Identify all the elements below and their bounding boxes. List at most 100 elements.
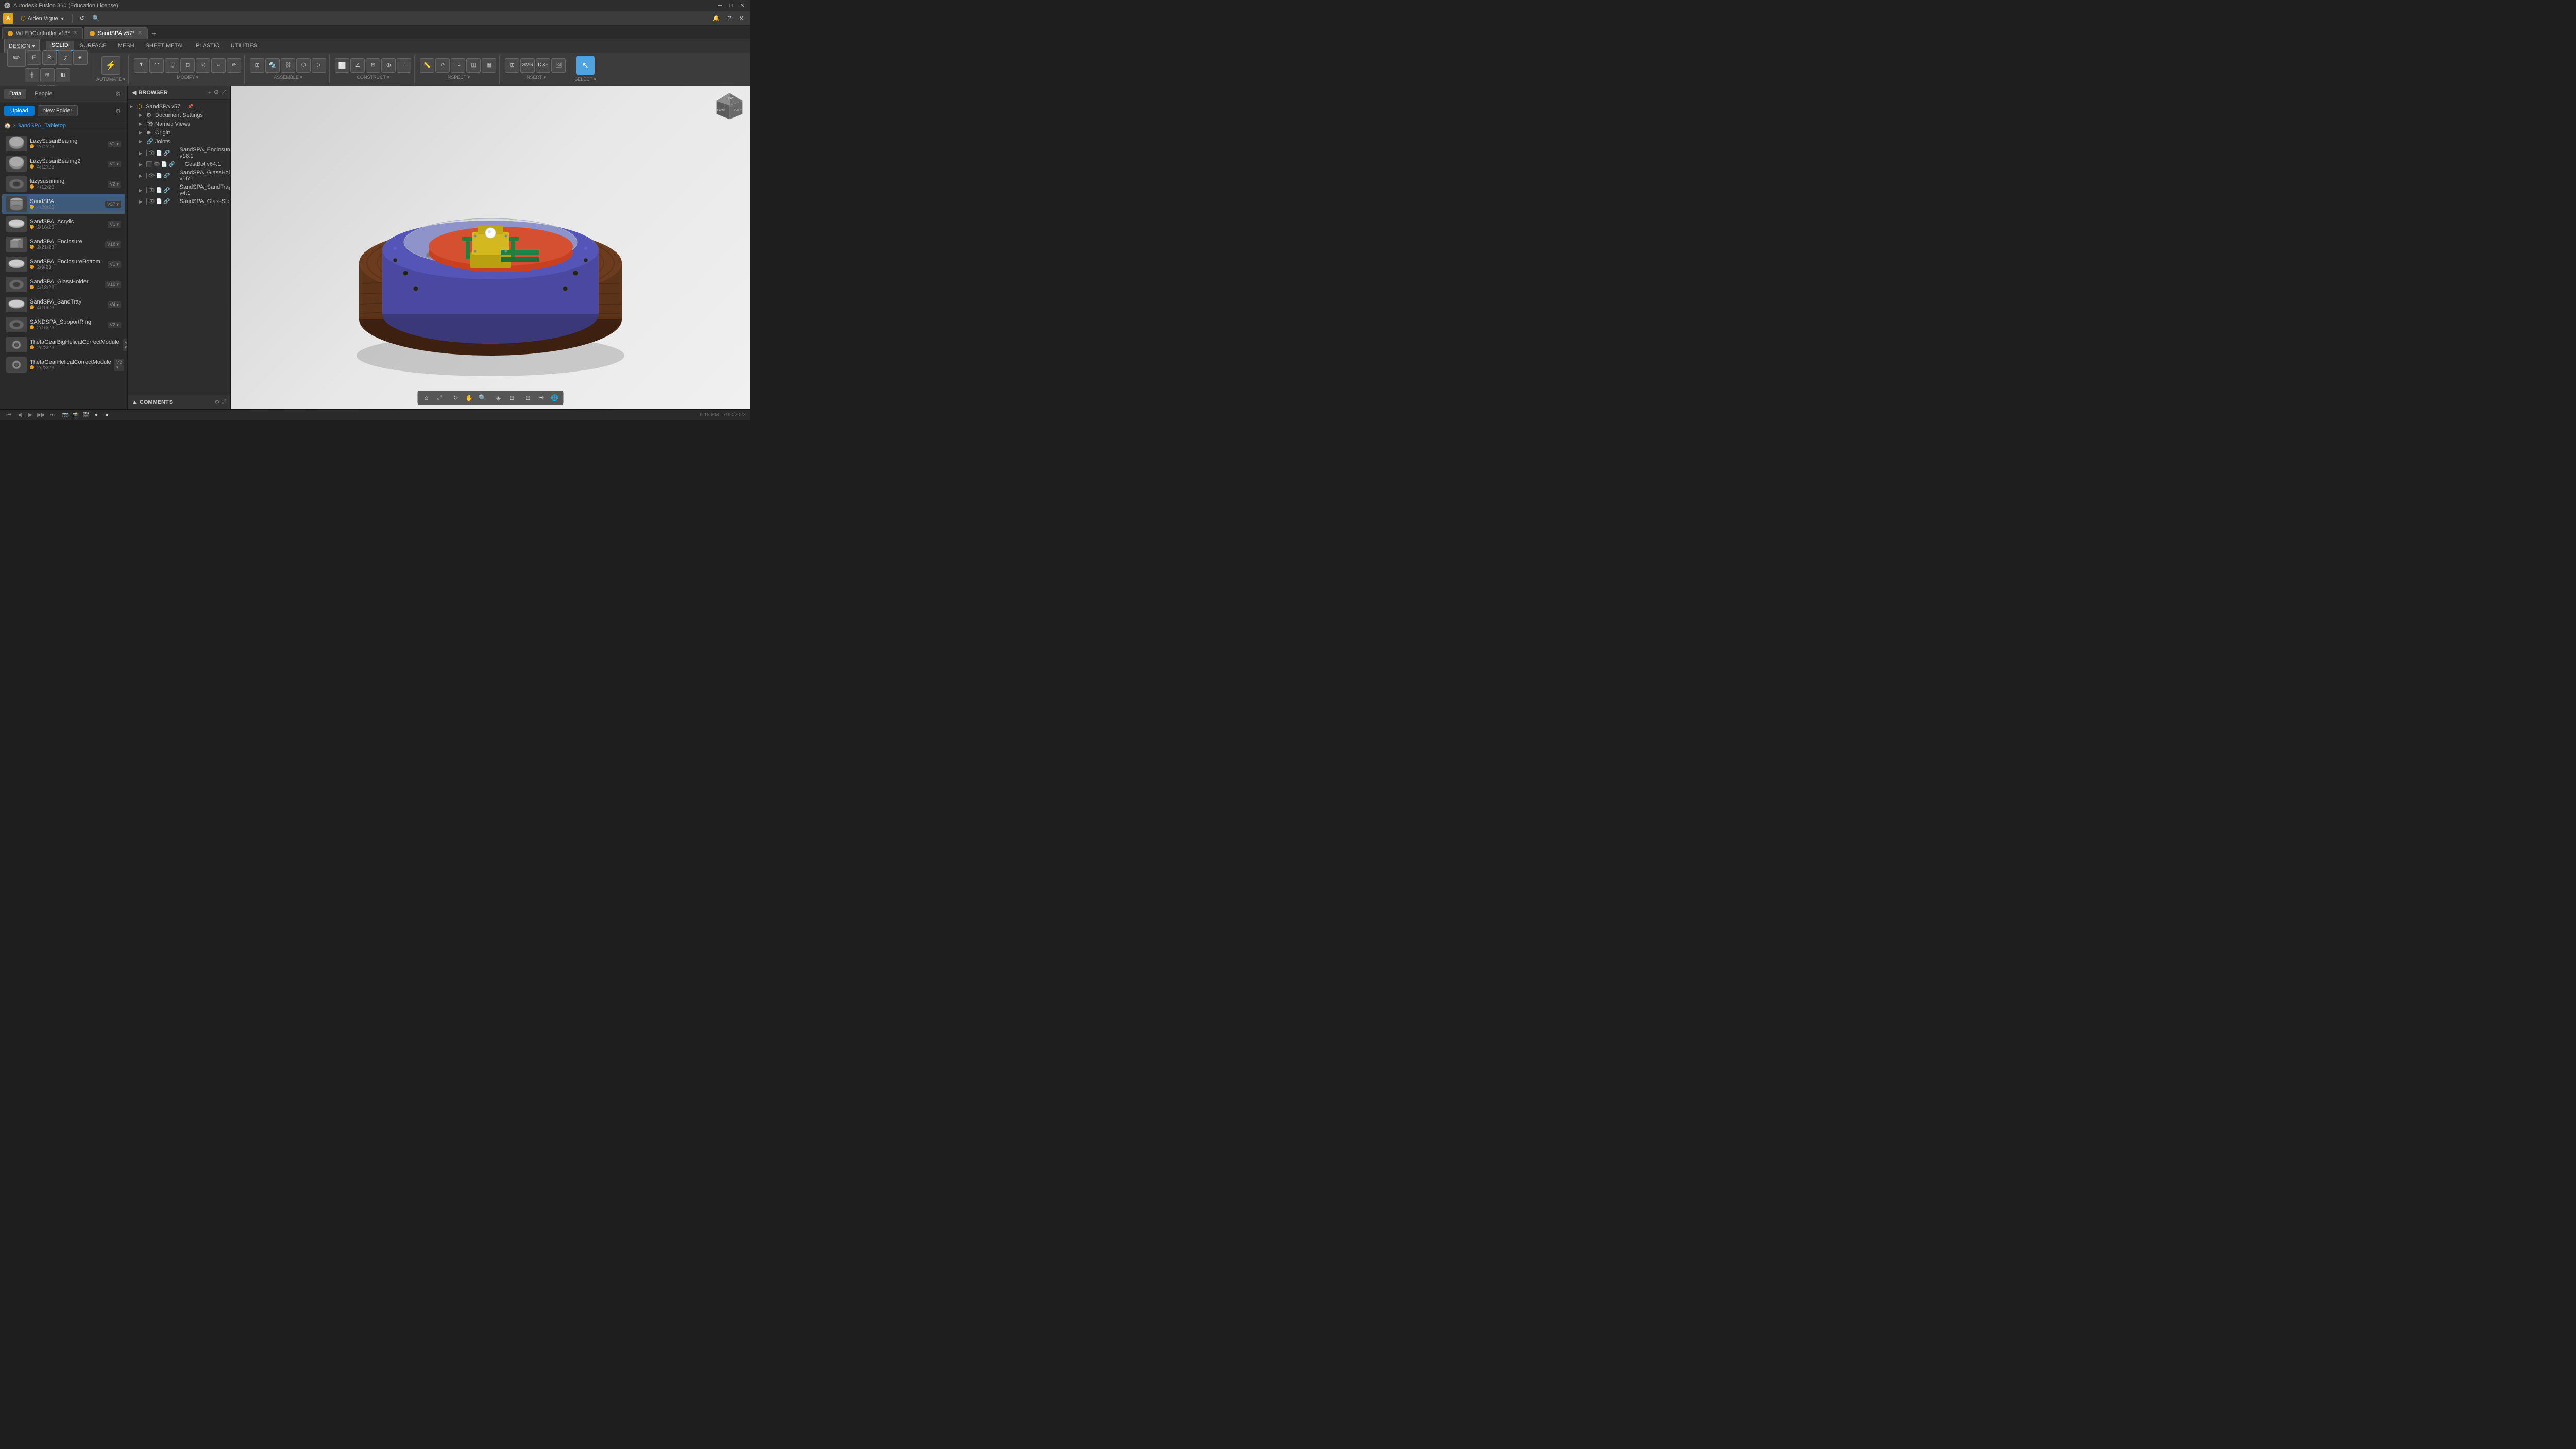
vp-env-btn[interactable]: 🌐	[549, 392, 561, 403]
breadcrumb-folder[interactable]: SandSPA_Tabletop	[17, 123, 66, 129]
tree-eye-icon[interactable]: 👁	[154, 162, 160, 167]
revolve-btn[interactable]: R	[42, 50, 57, 65]
chamfer-btn[interactable]: ◿	[165, 58, 179, 73]
tab-close-sandspa[interactable]: ✕	[138, 30, 142, 36]
loft-btn[interactable]: ◈	[73, 50, 88, 65]
timeline-tool2[interactable]: 📸	[71, 411, 80, 420]
tree-root[interactable]: ▶ ⬡ SandSPA v57 📌 …	[128, 102, 230, 111]
tree-eye-icon[interactable]: 👁	[148, 199, 155, 205]
tab-sheet-metal[interactable]: SHEET METAL	[141, 41, 190, 50]
tree-eye-icon[interactable]: 👁	[148, 150, 155, 156]
playback-start-btn[interactable]: ⏮	[4, 411, 13, 420]
axis-btn[interactable]: ⊕	[381, 58, 396, 73]
create-sketch-btn[interactable]: ✏	[7, 48, 26, 67]
playback-prev-btn[interactable]: ◀	[15, 411, 24, 420]
close-app-btn[interactable]: ✕	[736, 14, 747, 23]
comments-settings-icon[interactable]: ⚙	[214, 399, 219, 406]
data-list-item[interactable]: ThetaGearHelicalCorrectModule 2/28/23 V2…	[2, 355, 125, 375]
close-button[interactable]: ✕	[739, 2, 746, 9]
joint-btn[interactable]: 🔩	[265, 58, 280, 73]
viewport[interactable]: HOME TOP FRONT RIGHT ⌂ ⤢ ↻ ✋ 🔍 ◈ ⊞ ⊟ ☀ 🌐	[231, 86, 750, 409]
tree-item[interactable]: ▶ 👁 📄 🔗 SandSPA_GlassHolder v16:1	[128, 169, 230, 183]
zebra-btn[interactable]: ◫	[466, 58, 481, 73]
tree-item[interactable]: ▶ 👁 Named Views	[128, 120, 230, 128]
tree-pin-icon[interactable]: 📌	[188, 104, 193, 109]
vp-zoom-btn[interactable]: 🔍	[477, 392, 488, 403]
tree-more-icon[interactable]: …	[194, 104, 199, 109]
data-list-item[interactable]: lazysusanring 4/12/23 V2 ▾	[2, 174, 125, 194]
data-tab[interactable]: Data	[4, 89, 26, 99]
new-component-btn[interactable]: ⊞	[250, 58, 264, 73]
measure-btn[interactable]: 📏	[420, 58, 434, 73]
data-list-item[interactable]: SandSPA_Enclosure 2/21/23 V18 ▾	[2, 234, 125, 254]
tree-item[interactable]: ▶ 👁 📄 🔗 SandSPA_GlassSideHolder:1	[128, 197, 230, 206]
data-list-item[interactable]: SandSPA_GlassHolder 4/18/23 V16 ▾	[2, 275, 125, 294]
tab-close-wled[interactable]: ✕	[73, 30, 77, 36]
tab-mesh[interactable]: MESH	[113, 41, 140, 50]
comments-expand-icon[interactable]: ▲	[132, 399, 138, 406]
notifications-btn[interactable]: 🔔	[709, 14, 723, 23]
tree-item[interactable]: ▶ 👁 📄 🔗 SandSPA_SandTray v4:1	[128, 183, 230, 197]
offset-plane-btn[interactable]: ⬜	[335, 58, 349, 73]
browser-collapse-icon[interactable]: ◀	[132, 89, 136, 96]
tree-eye-icon[interactable]: 👁	[148, 173, 155, 179]
tree-item[interactable]: ▶ 👁 📄 🔗 SandSPA_Enclosure v18:1	[128, 146, 230, 160]
drive-joints-btn[interactable]: ▷	[312, 58, 326, 73]
playback-end-btn[interactable]: ⏭	[47, 411, 57, 420]
insert-svg-btn[interactable]: SVG	[520, 58, 535, 73]
vp-display-btn[interactable]: ⊞	[506, 392, 518, 403]
data-list-item[interactable]: SandSPA_SandTray 4/19/23 V4 ▾	[2, 295, 125, 314]
combine-btn[interactable]: ⊕	[227, 58, 241, 73]
data-list-item[interactable]: SANDSPA_SupportRing 2/16/23 V2 ▾	[2, 315, 125, 334]
sweep-btn[interactable]: ⤴	[58, 50, 72, 65]
rigid-group-btn[interactable]: ⬡	[296, 58, 311, 73]
as-built-joint-btn[interactable]: ⛓	[281, 58, 295, 73]
curvature-btn[interactable]: 〜	[451, 58, 465, 73]
emboss-btn[interactable]: ◧	[56, 68, 70, 82]
draft-btn[interactable]: ◁	[196, 58, 210, 73]
add-tab-button[interactable]: +	[149, 28, 159, 39]
timeline-tool5[interactable]: ⏹	[102, 411, 111, 420]
shell-btn[interactable]: ◻	[180, 58, 195, 73]
tree-checkbox[interactable]	[146, 187, 147, 193]
midplane-btn[interactable]: ⊟	[366, 58, 380, 73]
tab-wled[interactable]: WLEDController v13* ✕	[2, 27, 83, 39]
comments-expand-btn[interactable]: ⤢	[222, 399, 226, 406]
tree-item[interactable]: ▶ 👁 📄 🔗 GestBot v64:1	[128, 160, 230, 169]
breadcrumb-home[interactable]: 🏠	[4, 122, 11, 129]
tree-checkbox[interactable]	[146, 161, 152, 167]
vp-shadow-btn[interactable]: ☀	[536, 392, 547, 403]
data-list-item[interactable]: LazySusanBearing2 4/12/23 V1 ▾	[2, 154, 125, 174]
panel-gear-icon[interactable]: ⚙	[113, 106, 123, 116]
tree-checkbox[interactable]	[146, 173, 147, 179]
timeline-tool4[interactable]: ⏺	[92, 411, 101, 420]
account-menu[interactable]: ⬡ Aiden Vigue ▼	[18, 14, 68, 23]
insert-dxf-btn[interactable]: DXF	[536, 58, 550, 73]
vp-pan-btn[interactable]: ✋	[464, 392, 475, 403]
vp-appearance-btn[interactable]: ◈	[493, 392, 504, 403]
tree-item[interactable]: ▶ 🔗 Joints	[128, 137, 230, 146]
tab-sandspa[interactable]: SandSPA v57* ✕	[84, 27, 148, 39]
rib-btn[interactable]: ╫	[25, 68, 39, 82]
insert-mcmaster-btn[interactable]: ⊞	[505, 58, 519, 73]
angle-plane-btn[interactable]: ∠	[350, 58, 365, 73]
upload-button[interactable]: Upload	[4, 106, 35, 116]
fillet-btn[interactable]: ⌒	[149, 58, 164, 73]
vp-orbit-btn[interactable]: ↻	[450, 392, 462, 403]
vp-home-btn[interactable]: ⌂	[421, 392, 432, 403]
playback-play-btn[interactable]: ▶	[26, 411, 35, 420]
automate-btn[interactable]: ⚡	[101, 56, 120, 75]
scale-btn[interactable]: ⇔	[211, 58, 226, 73]
minimize-button[interactable]: ─	[716, 2, 723, 9]
tree-item[interactable]: ▶ ⚙ Document Settings	[128, 111, 230, 120]
data-list-item[interactable]: LazySusanBearing 2/12/23 V1 ▾	[2, 134, 125, 154]
press-pull-btn[interactable]: ⬆	[134, 58, 148, 73]
maximize-button[interactable]: □	[727, 2, 735, 9]
tree-item[interactable]: ▶ ⊕ Origin	[128, 128, 230, 137]
web-btn[interactable]: ⊞	[40, 68, 55, 82]
select-btn[interactable]: ↖	[576, 56, 595, 75]
browser-add-icon[interactable]: +	[208, 89, 212, 96]
panel-settings-icon[interactable]: ⚙	[113, 89, 123, 99]
decal-btn[interactable]: 🖼	[551, 58, 566, 73]
people-tab[interactable]: People	[29, 89, 57, 99]
